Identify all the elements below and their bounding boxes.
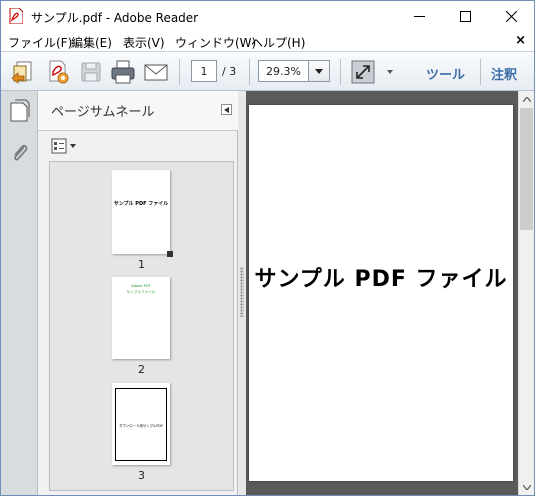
thumbnail-page-3[interactable]: ダウンロード用サンプルPDF xyxy=(112,383,170,465)
title-bar: サンプル.pdf - Adobe Reader xyxy=(1,1,534,32)
thumbnail-frame: ダウンロード用サンプルPDF xyxy=(115,388,167,461)
save-icon[interactable] xyxy=(77,58,105,86)
toolbar: 1 / 3 29.3% ツール 注釈 xyxy=(1,51,534,91)
thumbnail-text: ダウンロード用サンプルPDF xyxy=(119,424,163,428)
toolbar-separator xyxy=(480,59,481,85)
document-view[interactable]: サンプル PDF ファイル xyxy=(246,91,518,495)
panel-splitter[interactable] xyxy=(238,91,246,495)
close-button[interactable] xyxy=(488,1,534,32)
scroll-up-button[interactable] xyxy=(519,91,534,107)
thumbnail-list: サンプル PDF ファイル 1 Adobe PDF サンプルファイル 2 ダウン… xyxy=(49,161,234,491)
scroll-thumb[interactable] xyxy=(520,108,533,230)
collapse-panel-button[interactable] xyxy=(221,104,232,115)
thumbnail-page-2[interactable]: Adobe PDF サンプルファイル xyxy=(112,277,170,359)
page-number-input[interactable]: 1 xyxy=(191,60,217,82)
app-window: サンプル.pdf - Adobe Reader ファイル(F) 編集(E) 表示… xyxy=(0,0,535,496)
thumbnail-text: サンプル PDF ファイル xyxy=(113,201,169,207)
thumbnail-label: 2 xyxy=(138,363,145,376)
vertical-scrollbar[interactable] xyxy=(518,91,534,495)
chevron-down-icon xyxy=(522,484,531,490)
maximize-icon xyxy=(459,11,471,22)
menu-bar: ファイル(F) 編集(E) 表示(V) ウィンドウ(W) ヘルプ(H) × xyxy=(1,32,534,51)
panel-title: ページサムネール xyxy=(51,105,155,120)
email-icon[interactable] xyxy=(142,58,170,86)
print-icon[interactable] xyxy=(109,58,137,86)
create-pdf-icon[interactable] xyxy=(9,58,37,86)
menu-file[interactable]: ファイル(F) xyxy=(8,34,72,51)
window-title: サンプル.pdf - Adobe Reader xyxy=(31,11,199,25)
chevron-left-icon xyxy=(224,106,229,113)
comment-button[interactable]: 注釈 xyxy=(491,64,517,83)
document-page[interactable]: サンプル PDF ファイル xyxy=(249,105,513,481)
chevron-down-icon xyxy=(315,68,323,74)
tools-button[interactable]: ツール xyxy=(426,64,465,83)
zoom-dropdown-button[interactable] xyxy=(308,61,329,81)
toolbar-separator xyxy=(340,59,341,85)
minimize-icon xyxy=(413,16,425,17)
zoom-select[interactable]: 29.3% xyxy=(258,60,330,82)
page-thumbnails-icon[interactable] xyxy=(9,99,31,123)
thumbnails-panel: ページサムネール サンプル PDF ファイル 1 Adobe PDF サンプルフ… xyxy=(38,91,238,495)
scroll-down-button[interactable] xyxy=(519,479,534,495)
share-icon[interactable] xyxy=(43,58,71,86)
menu-window[interactable]: ウィンドウ(W) xyxy=(175,34,256,51)
menu-help[interactable]: ヘルプ(H) xyxy=(251,34,305,51)
maximize-button[interactable] xyxy=(442,1,488,32)
toolbar-overflow-icon[interactable] xyxy=(387,68,393,76)
splitter-grip[interactable] xyxy=(240,267,244,317)
toolbar-separator xyxy=(179,59,180,85)
thumbnail-label: 3 xyxy=(138,469,145,482)
thumbnail-options-icon[interactable] xyxy=(51,138,79,154)
panel-header: ページサムネール xyxy=(38,91,238,131)
close-document-button[interactable]: × xyxy=(515,33,526,48)
thumbnail-label: 1 xyxy=(138,258,145,271)
thumbnail-text: Adobe PDF xyxy=(131,284,151,288)
page-total: / 3 xyxy=(222,65,237,78)
menu-view[interactable]: 表示(V) xyxy=(123,34,165,51)
adobe-reader-icon xyxy=(9,8,23,24)
fit-page-icon[interactable] xyxy=(349,58,377,86)
navigation-strip xyxy=(1,91,38,495)
zoom-value: 29.3% xyxy=(266,65,301,78)
toolbar-separator xyxy=(249,59,250,85)
attachments-icon[interactable] xyxy=(9,141,31,165)
thumbnail-text: サンプルファイル xyxy=(126,290,156,294)
thumbnail-page-1[interactable]: サンプル PDF ファイル xyxy=(112,170,173,257)
menu-edit[interactable]: 編集(E) xyxy=(71,34,112,51)
minimize-button[interactable] xyxy=(396,1,442,32)
document-heading: サンプル PDF ファイル xyxy=(254,267,508,292)
chevron-up-icon xyxy=(522,96,531,102)
close-icon xyxy=(505,11,517,22)
resize-handle[interactable] xyxy=(167,251,173,257)
